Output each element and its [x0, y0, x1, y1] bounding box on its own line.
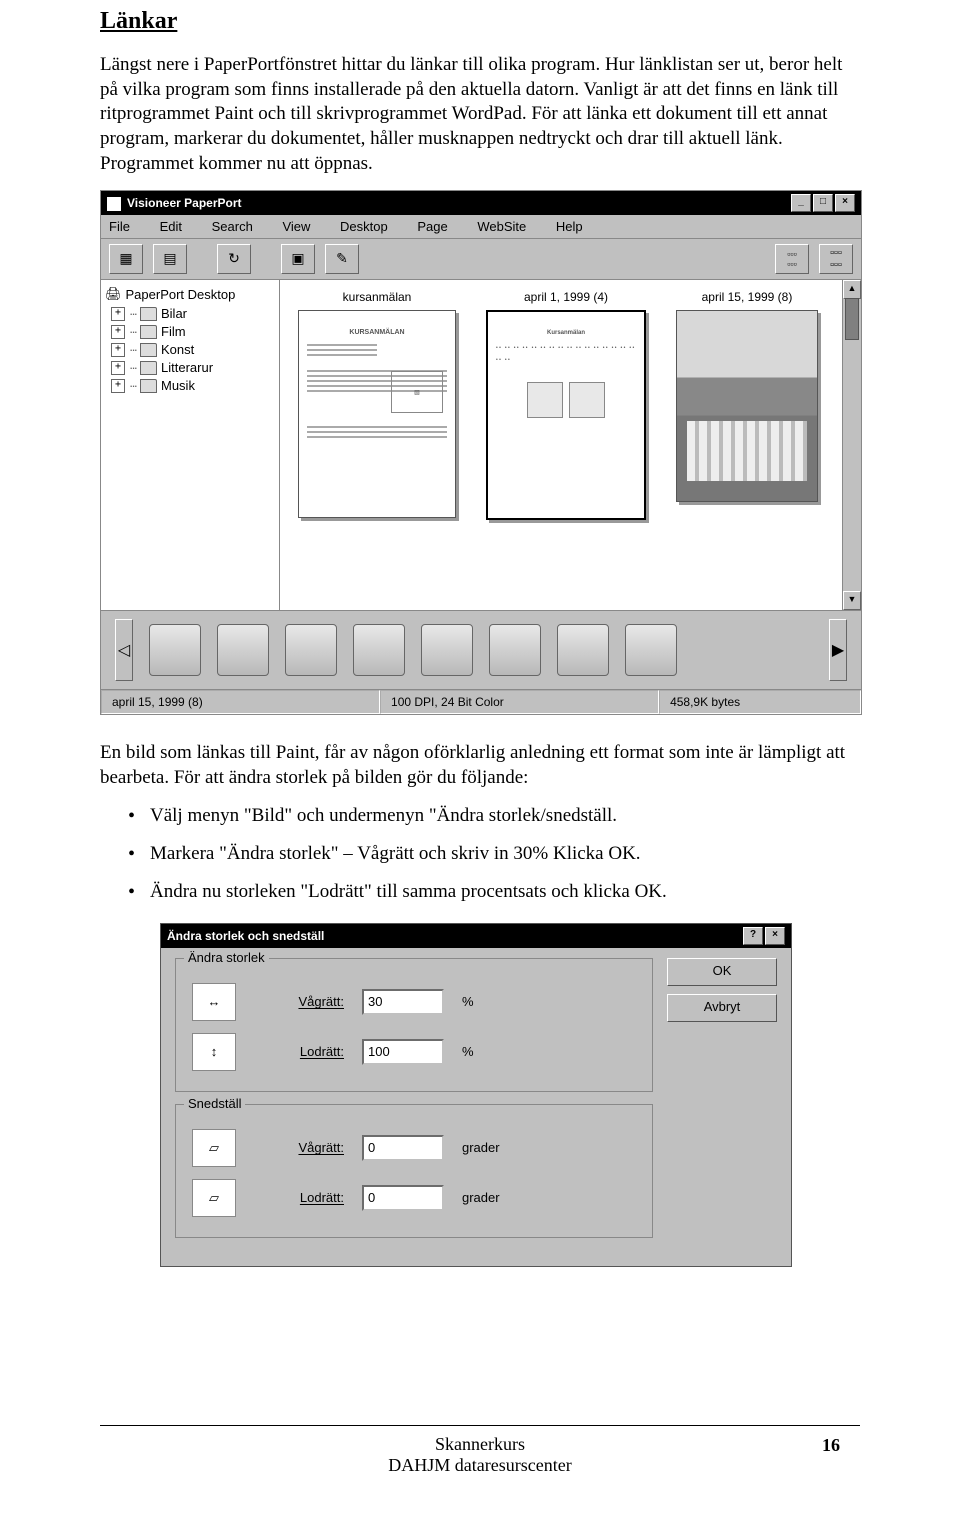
- group-legend: Ändra storlek: [184, 950, 269, 965]
- section-heading: Länkar: [100, 8, 860, 35]
- window-title: Visioneer PaperPort: [127, 196, 242, 210]
- refresh-icon[interactable]: ↻: [217, 244, 251, 274]
- help-button[interactable]: ?: [743, 927, 763, 945]
- dialog-title: Ändra storlek och snedställ: [167, 929, 324, 943]
- vertical-label: Lodrätt:: [254, 1190, 344, 1205]
- link-icon[interactable]: [353, 624, 405, 676]
- status-filesize: 458,9K bytes: [659, 690, 861, 714]
- scroll-right-icon[interactable]: ▶: [829, 619, 847, 681]
- app-icon: [107, 197, 121, 211]
- unit-label: grader: [462, 1190, 512, 1205]
- grid-large-icon[interactable]: ▫▫▫▫▫▫: [819, 244, 853, 274]
- folder-tree: 🖨 PaperPort Desktop +···Bilar +···Film +…: [101, 280, 280, 610]
- link-bar: ◁ ▶: [101, 610, 861, 689]
- vertical-scrollbar[interactable]: ▲ ▼: [842, 280, 861, 610]
- statusbar: april 15, 1999 (8) 100 DPI, 24 Bit Color…: [101, 689, 861, 714]
- unit-label: %: [462, 994, 512, 1009]
- list-item: Välj menyn "Bild" och undermenyn "Ändra …: [150, 805, 860, 827]
- skew-horizontal-input[interactable]: [362, 1135, 444, 1161]
- titlebar: Visioneer PaperPort _ □ ×: [101, 191, 861, 215]
- horizontal-label: Vågrätt:: [254, 994, 344, 1009]
- resize-vertical-input[interactable]: [362, 1039, 444, 1065]
- close-button[interactable]: ×: [765, 927, 785, 945]
- vertical-label: Lodrätt:: [254, 1044, 344, 1059]
- thumbnail[interactable]: april 1, 1999 (4) Kursanmälan • •• •• ••…: [486, 290, 646, 520]
- link-icon[interactable]: [625, 624, 677, 676]
- scroll-left-icon[interactable]: ◁: [115, 619, 133, 681]
- thumbnail[interactable]: april 15, 1999 (8): [676, 290, 818, 502]
- folder-root[interactable]: 🖨 PaperPort Desktop: [105, 286, 275, 302]
- maximize-button[interactable]: □: [813, 194, 833, 212]
- folder-item[interactable]: +···Musik: [111, 378, 275, 393]
- minimize-button[interactable]: _: [791, 194, 811, 212]
- vertical-resize-icon: ↕: [192, 1033, 236, 1071]
- link-icon[interactable]: [149, 624, 201, 676]
- skew-vertical-input[interactable]: [362, 1185, 444, 1211]
- toolbar-icon[interactable]: ▣: [281, 244, 315, 274]
- menu-page[interactable]: Page: [417, 219, 447, 234]
- list-item: Markera "Ändra storlek" – Vågrätt och sk…: [150, 843, 860, 865]
- page-number: 16: [822, 1435, 840, 1456]
- dialog-titlebar: Ändra storlek och snedställ ? ×: [161, 924, 791, 948]
- page-footer: Skannerkurs DAHJM dataresurscenter 16: [0, 1417, 960, 1476]
- menu-search[interactable]: Search: [212, 219, 253, 234]
- skew-group: Snedställ ▱ Vågrätt: grader ▱ Lodrätt: g…: [175, 1104, 653, 1238]
- thumbnail[interactable]: kursanmälan KURSANMÄLAN ▧: [298, 290, 456, 518]
- close-button[interactable]: ×: [835, 194, 855, 212]
- resize-group: Ändra storlek ↔ Vågrätt: % ↕ Lodrätt: %: [175, 958, 653, 1092]
- unit-label: grader: [462, 1140, 512, 1155]
- list-item: Ändra nu storleken "Lodrätt" till samma …: [150, 881, 860, 903]
- menu-file[interactable]: File: [109, 219, 130, 234]
- after-shot-paragraph: En bild som länkas till Paint, får av nå…: [100, 741, 860, 790]
- menubar: File Edit Search View Desktop Page WebSi…: [101, 215, 861, 239]
- link-icon[interactable]: [557, 624, 609, 676]
- folder-item[interactable]: +···Film: [111, 324, 275, 339]
- menu-edit[interactable]: Edit: [160, 219, 182, 234]
- link-icon[interactable]: [285, 624, 337, 676]
- folder-item[interactable]: +···Konst: [111, 342, 275, 357]
- footer-line1: Skannerkurs: [0, 1434, 960, 1455]
- thumbnail-area: kursanmälan KURSANMÄLAN ▧ april 1, 1999 …: [280, 280, 861, 610]
- link-icon[interactable]: [489, 624, 541, 676]
- grid-small-icon[interactable]: ▫▫▫▫▫▫: [775, 244, 809, 274]
- cancel-button[interactable]: Avbryt: [667, 994, 777, 1022]
- menu-view[interactable]: View: [282, 219, 310, 234]
- horizontal-skew-icon: ▱: [192, 1129, 236, 1167]
- vertical-skew-icon: ▱: [192, 1179, 236, 1217]
- horizontal-resize-icon: ↔: [192, 983, 236, 1021]
- folder-item[interactable]: +···Bilar: [111, 306, 275, 321]
- footer-line2: DAHJM dataresurscenter: [0, 1455, 960, 1476]
- paperport-window: Visioneer PaperPort _ □ × File Edit Sear…: [100, 190, 862, 715]
- toolbar-icon[interactable]: ✎: [325, 244, 359, 274]
- toolbar-icon[interactable]: ▤: [153, 244, 187, 274]
- toolbar-icon[interactable]: ▦: [109, 244, 143, 274]
- unit-label: %: [462, 1044, 512, 1059]
- resize-horizontal-input[interactable]: [362, 989, 444, 1015]
- instruction-list: Välj menyn "Bild" och undermenyn "Ändra …: [100, 805, 860, 903]
- menu-website[interactable]: WebSite: [477, 219, 526, 234]
- status-resolution: 100 DPI, 24 Bit Color: [380, 690, 659, 714]
- link-icon[interactable]: [421, 624, 473, 676]
- ok-button[interactable]: OK: [667, 958, 777, 986]
- menu-desktop[interactable]: Desktop: [340, 219, 388, 234]
- group-legend: Snedställ: [184, 1096, 245, 1111]
- intro-paragraph: Längst nere i PaperPortfönstret hittar d…: [100, 53, 860, 176]
- status-filename: april 15, 1999 (8): [101, 690, 380, 714]
- horizontal-label: Vågrätt:: [254, 1140, 344, 1155]
- menu-help[interactable]: Help: [556, 219, 583, 234]
- folder-item[interactable]: +···Litterarur: [111, 360, 275, 375]
- toolbar: ▦ ▤ ↻ ▣ ✎ ▫▫▫▫▫▫ ▫▫▫▫▫▫: [101, 239, 861, 280]
- resize-dialog: Ändra storlek och snedställ ? × Ändra st…: [160, 923, 792, 1267]
- link-icon[interactable]: [217, 624, 269, 676]
